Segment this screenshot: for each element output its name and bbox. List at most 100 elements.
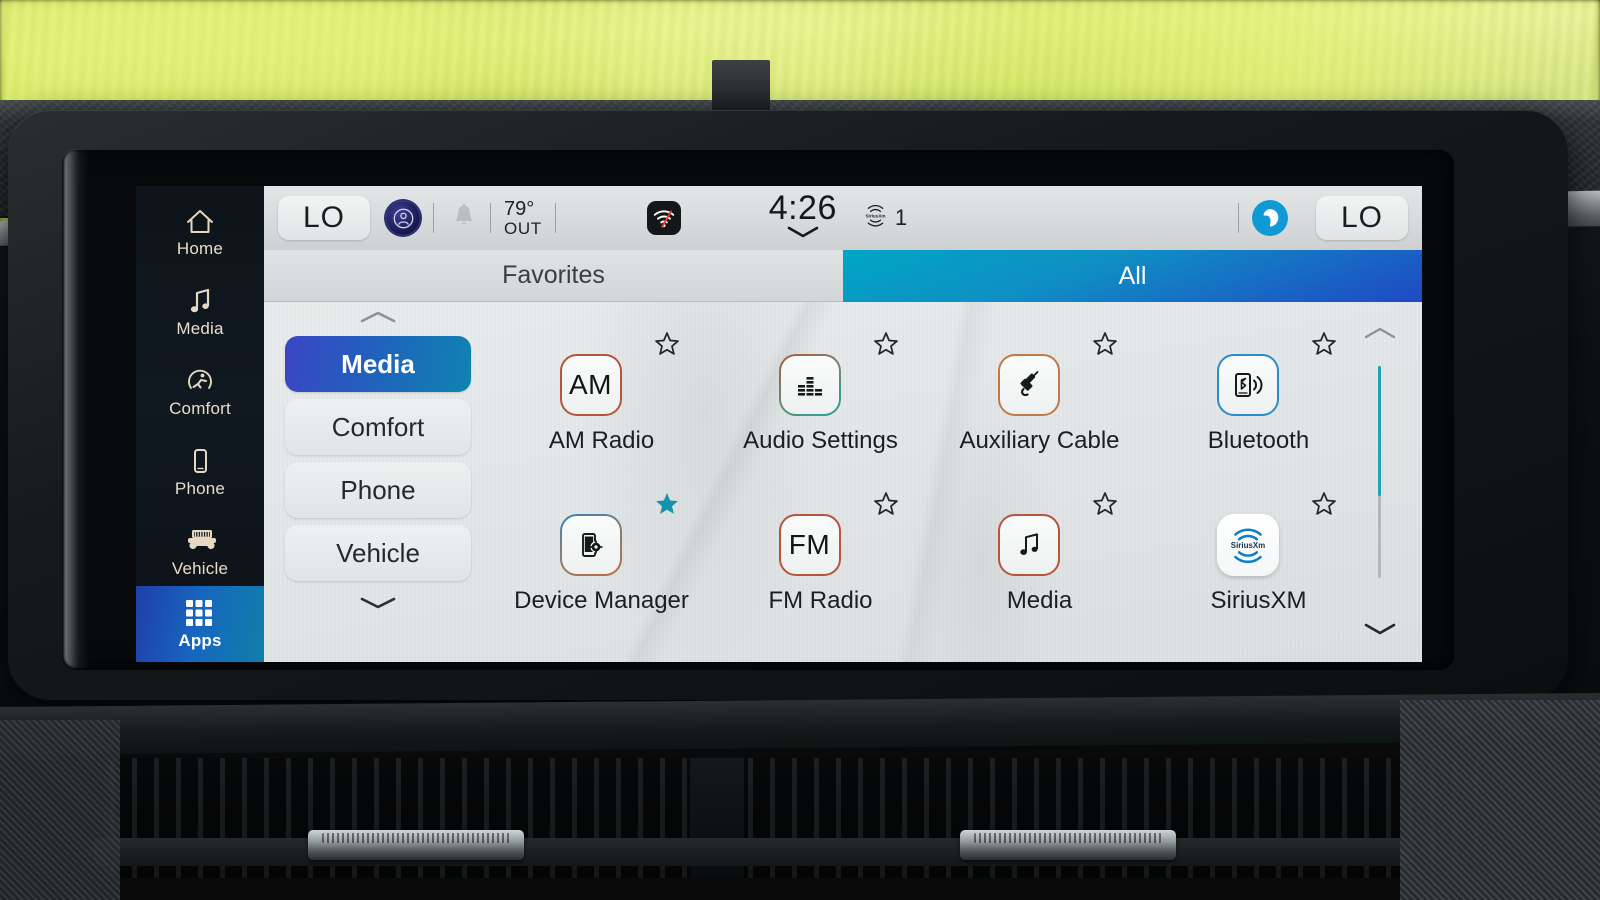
status-divider-3 <box>554 203 556 233</box>
dashboard-center-notch <box>712 60 770 112</box>
clock-area[interactable]: 4:26 <box>768 189 837 244</box>
outside-temp-value: 79° <box>504 198 535 221</box>
sidebar-item-home[interactable]: Home <box>136 194 264 270</box>
app-tile-text: AM <box>569 368 612 400</box>
bluetooth-phone-icon[interactable] <box>1216 353 1279 416</box>
app-label: Auxiliary Cable <box>959 426 1120 454</box>
app-item-audio-settings[interactable]: Audio Settings <box>711 324 930 484</box>
favorite-star-outline-icon[interactable] <box>1091 330 1119 358</box>
driver-temp-button[interactable]: LO <box>278 196 370 240</box>
equalizer-icon[interactable] <box>779 354 841 416</box>
bell-icon[interactable] <box>451 202 477 235</box>
app-label: SiriusXM <box>1210 586 1307 614</box>
sidebar-item-label: Vehicle <box>171 558 229 578</box>
sidebar-item-comfort[interactable]: Comfort <box>136 354 264 430</box>
app-label: Audio Settings <box>743 426 898 454</box>
apps-scrollbar[interactable] <box>1352 320 1408 646</box>
apps-content-panel: Media Comfort Phone Vehicle AM AM Radio … <box>264 302 1422 662</box>
favorite-star-outline-icon[interactable] <box>653 330 681 358</box>
app-item-am-radio[interactable]: AM AM Radio <box>492 324 711 484</box>
sidebar-item-apps[interactable]: Apps <box>136 586 264 662</box>
main-sidebar: Home Media Comfort Phone Vehicle Apps <box>136 186 264 662</box>
siriusxm-logo-icon[interactable]: SiriusXm <box>1216 513 1279 576</box>
alexa-circle-icon[interactable] <box>1252 200 1288 236</box>
tab-favorites[interactable]: Favorites <box>264 250 843 302</box>
app-grid: AM AM Radio Audio Settings Auxiliary Cab… <box>492 324 1368 644</box>
vent-rail <box>94 838 1414 866</box>
favorite-star-outline-icon[interactable] <box>1310 490 1338 518</box>
sidebar-item-label: Apps <box>178 630 222 650</box>
chevron-down-icon <box>786 225 820 244</box>
category-list: Media Comfort Phone Vehicle <box>278 302 478 662</box>
app-item-device-manager[interactable]: Device Manager <box>492 484 711 644</box>
scroll-down-button[interactable] <box>1352 616 1408 646</box>
clock-time: 4:26 <box>768 189 837 228</box>
apps-tab-bar: Favorites All <box>264 250 1422 302</box>
am-radio-icon[interactable]: AM <box>559 353 622 416</box>
siriusxm-signal-count: 1 <box>894 205 908 230</box>
favorite-star-outline-icon[interactable] <box>872 330 900 358</box>
category-item-phone[interactable]: Phone <box>285 462 471 518</box>
home-icon <box>184 206 216 236</box>
wifi-off-icon[interactable] <box>646 201 681 235</box>
siriusxm-signal-indicator: SiriusXm 1 <box>863 202 907 234</box>
scrollbar-thumb[interactable] <box>1378 366 1381 496</box>
status-divider-2 <box>490 203 491 233</box>
bezel-chrome-highlight <box>64 150 90 668</box>
passenger-temp-button[interactable]: LO <box>1316 196 1408 240</box>
music-note-icon[interactable] <box>997 513 1060 576</box>
siriusxm-signal-icon: SiriusXm <box>863 202 888 234</box>
status-divider-1 <box>433 203 434 233</box>
tab-all[interactable]: All <box>843 250 1422 302</box>
sidebar-item-media[interactable]: Media <box>136 274 264 350</box>
sidebar-item-label: Comfort <box>169 398 231 418</box>
app-item-siriusxm[interactable]: SiriusXm SiriusXM <box>1149 484 1368 644</box>
music-note-icon <box>184 286 216 316</box>
jeep-vehicle-icon <box>184 526 216 556</box>
status-bar: LO 79° OUT 4:26 SiriusXm 1 LO <box>264 186 1422 250</box>
scroll-up-button[interactable] <box>1352 320 1408 350</box>
category-scroll-up-button[interactable] <box>278 302 478 336</box>
app-item-fm-radio[interactable]: FM FM Radio <box>711 484 930 644</box>
sidebar-item-label: Media <box>176 318 224 338</box>
alexa-profile-icon[interactable] <box>386 201 420 235</box>
aux-jack-icon[interactable] <box>997 353 1060 416</box>
category-scroll-down-button[interactable] <box>278 588 478 622</box>
vent-handle-left <box>308 830 524 860</box>
favorite-star-outline-icon[interactable] <box>1091 490 1119 518</box>
favorite-star-outline-icon[interactable] <box>1310 330 1338 358</box>
app-label: Media <box>1006 586 1073 614</box>
sidebar-item-vehicle[interactable]: Vehicle <box>136 514 264 590</box>
device-manager-icon[interactable] <box>560 514 622 576</box>
trim-texture-left <box>0 720 120 900</box>
category-item-comfort[interactable]: Comfort <box>285 399 471 455</box>
vent-handle-right <box>960 830 1176 860</box>
app-item-bluetooth[interactable]: Bluetooth <box>1149 324 1368 484</box>
chevron-up-icon <box>1363 326 1397 345</box>
chevron-down-icon <box>1363 622 1397 641</box>
app-item-auxiliary-cable[interactable]: Auxiliary Cable <box>930 324 1149 484</box>
chevron-down-icon <box>358 595 398 616</box>
sidebar-item-label: Home <box>176 238 224 258</box>
phone-icon <box>184 446 216 476</box>
sidebar-item-phone[interactable]: Phone <box>136 434 264 510</box>
app-tile-text: FM <box>788 528 831 560</box>
fm-radio-icon[interactable]: FM <box>778 513 841 576</box>
scrollbar-track[interactable] <box>1378 366 1381 578</box>
svg-text:SiriusXm: SiriusXm <box>865 213 885 218</box>
favorite-star-filled-icon[interactable] <box>653 490 681 518</box>
category-item-media[interactable]: Media <box>285 336 471 392</box>
infotainment-screen: Home Media Comfort Phone Vehicle Apps LO… <box>136 186 1422 662</box>
app-label: FM Radio <box>768 586 873 614</box>
outside-temperature: 79° OUT <box>504 199 542 237</box>
outside-temp-label: OUT <box>504 218 542 238</box>
comfort-seat-icon <box>184 366 216 396</box>
favorite-star-outline-icon[interactable] <box>872 490 900 518</box>
app-item-media[interactable]: Media <box>930 484 1149 644</box>
status-bar-right: LO <box>1225 196 1422 240</box>
category-item-vehicle[interactable]: Vehicle <box>285 525 471 581</box>
grid-apps-icon <box>184 598 216 628</box>
status-divider-4 <box>1238 203 1239 233</box>
sidebar-item-label: Phone <box>174 478 226 498</box>
app-label: Bluetooth <box>1207 426 1310 454</box>
